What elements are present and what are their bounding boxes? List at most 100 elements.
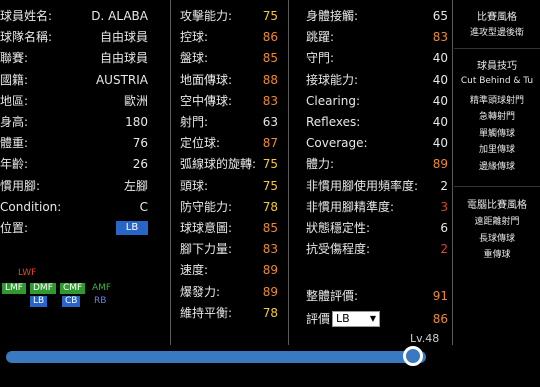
stat-label: 球球意圖: <box>180 221 233 235</box>
stat-value: 86 <box>262 30 278 45</box>
stat-label: 腳下力量: <box>180 242 233 257</box>
stat-label: 速度: <box>180 263 209 278</box>
profile-row: 國籍: AUSTRIA <box>0 71 148 89</box>
ai-style-item: 重傳球 <box>483 250 511 260</box>
position-tag: CMF <box>60 283 86 294</box>
profile-row: Condition: C <box>0 198 148 216</box>
chevron-down-icon: ▼ <box>369 314 376 323</box>
eval-position-select[interactable]: LB ▼ <box>332 311 380 327</box>
stat-row: 球球意圖: 85 <box>180 219 278 237</box>
stat-value: 78 <box>262 199 278 214</box>
stat-value: 2 <box>440 178 448 193</box>
profile-row: 球員姓名: D. ALABA <box>0 7 148 25</box>
stat-value: 26 <box>132 157 148 172</box>
stat-label: 身高: <box>0 115 29 129</box>
stat-label: 盤球: <box>180 51 209 66</box>
stat-label: Clearing: <box>306 93 360 108</box>
stat-label: 球隊名稱: <box>0 30 53 45</box>
stat-value: 40 <box>432 51 448 66</box>
stat-row: 抗受傷程度: 2 <box>306 240 448 258</box>
stat-label: 狀態穩定性: <box>306 221 371 235</box>
stat-label: 位置: <box>0 221 29 235</box>
stat-value: 89 <box>262 284 278 299</box>
stat-value: 自由球員 <box>99 51 148 66</box>
stat-value: 85 <box>262 51 278 66</box>
stat-value: 40 <box>432 136 448 151</box>
attack-stats-panel: 攻擊能力: 75 控球: 86 盤球: 85 地面傳球: 88 空中傳球: 83 射門: 63 定位球:… <box>172 0 286 345</box>
stat-label: 射門: <box>180 115 209 129</box>
stat-label: 非慣用腳使用頻率度: <box>306 178 419 193</box>
stat-row: Coverage: 40 <box>306 134 448 152</box>
stat-value: 78 <box>262 305 278 320</box>
stat-label: 跳躍: <box>306 30 335 45</box>
stat-label: 地面傳球: <box>180 72 233 87</box>
stat-label: 球員姓名: <box>0 9 53 23</box>
stat-row: 定位球: 87 <box>180 134 278 152</box>
position-tag: LWF <box>18 268 37 278</box>
stat-row: 接球能力: 40 <box>306 71 448 89</box>
stat-label: 攻擊能力: <box>180 9 233 23</box>
stat-row: Reflexes: 40 <box>306 113 448 131</box>
stat-value: 180 <box>125 115 148 129</box>
stat-row: 速度: 89 <box>180 261 278 279</box>
profile-row: 球隊名稱: 自由球員 <box>0 28 148 46</box>
stat-row: 狀態穩定性: 6 <box>306 219 448 237</box>
stat-row: 攻擊能力: 75 <box>180 7 278 25</box>
stat-row: 跳躍: 83 <box>306 28 448 46</box>
stat-label: 非慣用腳精準度: <box>306 199 395 214</box>
level-label: Lv.48 <box>410 332 440 345</box>
stat-row: 地面傳球: 88 <box>180 71 278 89</box>
stat-value: 76 <box>132 136 148 151</box>
stat-value: 40 <box>432 93 448 108</box>
stat-row: 控球: 86 <box>180 28 278 46</box>
divider <box>288 0 289 345</box>
stat-label: 聯賽: <box>0 51 29 66</box>
overall-rating-row: 整體評價: 91 <box>306 287 448 305</box>
stat-value: 83 <box>262 93 278 108</box>
position-tag: DMF <box>30 283 56 294</box>
stat-row: 非慣用腳精準度: 3 <box>306 198 448 216</box>
stat-row: 守門: 40 <box>306 49 448 67</box>
stat-value: 2 <box>440 242 448 257</box>
stat-value: 75 <box>262 157 278 172</box>
position-tag: RB <box>94 296 107 306</box>
stat-value: 6 <box>440 221 448 235</box>
stat-row: 腳下力量: 83 <box>180 240 278 258</box>
stat-value: 83 <box>432 30 448 45</box>
divider <box>454 186 540 187</box>
stat-value: 85 <box>262 221 278 235</box>
stat-label: 抗受傷程度: <box>306 242 371 257</box>
eval-label: 評價 <box>306 312 331 326</box>
stat-value: 83 <box>262 242 278 257</box>
stat-value: 75 <box>262 9 278 23</box>
stat-label: 體力: <box>306 157 335 172</box>
stat-row: 空中傳球: 83 <box>180 92 278 110</box>
stat-label: Reflexes: <box>306 115 361 129</box>
stat-label: Coverage: <box>306 136 368 151</box>
profile-row: 體重: 76 <box>0 134 148 152</box>
stat-value: 89 <box>262 263 278 278</box>
stat-label: 地區: <box>0 93 29 108</box>
stat-row: 頭球: 75 <box>180 177 278 195</box>
position-badge: LB <box>116 221 148 235</box>
stat-label: 身體接觸: <box>306 9 359 23</box>
stat-label: 體重: <box>0 136 29 151</box>
profile-row: 慣用腳: 左腳 <box>0 177 148 195</box>
skill-item: 單觸傳球 <box>478 128 515 139</box>
play-style-value: 進攻型邊後衛 <box>469 28 524 38</box>
stat-value: 65 <box>432 9 448 23</box>
stat-value: 自由球員 <box>99 30 148 45</box>
stat-label: 維持平衡: <box>180 305 233 320</box>
skill-item: 加里傳球 <box>478 145 515 155</box>
stat-value: 歐洲 <box>123 93 148 108</box>
stat-value: 87 <box>262 136 278 151</box>
stat-label: 頭球: <box>180 178 209 193</box>
stat-value: 89 <box>432 157 448 172</box>
stat-label: Condition: <box>0 199 62 214</box>
stat-row: 防守能力: 78 <box>180 198 278 216</box>
skill-item: 精準頭球射門 <box>469 95 524 106</box>
level-slider-track[interactable] <box>6 351 426 363</box>
skills-title: 球員技巧 <box>477 61 517 72</box>
skill-item: 急轉射門 <box>478 112 515 122</box>
level-slider-knob[interactable] <box>403 346 424 366</box>
